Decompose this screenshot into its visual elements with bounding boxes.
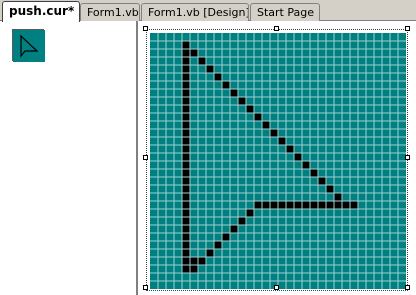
cursor-pixel[interactable]: [182, 249, 190, 257]
cursor-pixel[interactable]: [302, 201, 310, 209]
cursor-pixel[interactable]: [214, 73, 222, 81]
cursor-pixel[interactable]: [206, 65, 214, 73]
cursor-pixel[interactable]: [286, 201, 294, 209]
cursor-pixel[interactable]: [278, 201, 286, 209]
cursor-pixel[interactable]: [182, 241, 190, 249]
cursor-pixel[interactable]: [206, 249, 214, 257]
resize-handle-right[interactable]: [405, 155, 410, 160]
cursor-pixel[interactable]: [182, 57, 190, 65]
cursor-pixel[interactable]: [270, 201, 278, 209]
cursor-pixel[interactable]: [190, 49, 198, 57]
document-tab-strip: push.cur* Form1.vb Form1.vb [Design] Sta…: [0, 0, 416, 22]
cursor-pixel[interactable]: [350, 201, 358, 209]
cursor-pixel[interactable]: [230, 225, 238, 233]
cursor-pixel[interactable]: [334, 193, 342, 201]
cursor-pixel[interactable]: [190, 257, 198, 265]
cursor-pixel[interactable]: [182, 265, 190, 273]
cursor-arrow-icon: [13, 30, 45, 62]
cursor-pixel[interactable]: [302, 161, 310, 169]
cursor-pixel[interactable]: [182, 233, 190, 241]
cursor-pixel[interactable]: [182, 161, 190, 169]
cursor-pixel[interactable]: [182, 41, 190, 49]
resize-handle-left[interactable]: [143, 155, 148, 160]
tab-form1-vb[interactable]: Form1.vb: [80, 3, 140, 21]
cursor-pixel[interactable]: [278, 137, 286, 145]
cursor-pixel[interactable]: [182, 169, 190, 177]
cursor-pixel[interactable]: [182, 225, 190, 233]
cursor-pixel[interactable]: [214, 241, 222, 249]
cursor-pixel[interactable]: [182, 217, 190, 225]
tab-push-cur[interactable]: push.cur*: [2, 1, 80, 22]
cursor-pixel[interactable]: [294, 201, 302, 209]
cursor-pixel[interactable]: [182, 257, 190, 265]
cursor-pixel[interactable]: [182, 113, 190, 121]
cursor-pixel[interactable]: [310, 169, 318, 177]
cursor-pixel[interactable]: [182, 49, 190, 57]
cursor-pixel[interactable]: [246, 209, 254, 217]
cursor-pixel[interactable]: [198, 57, 206, 65]
cursor-pixel[interactable]: [270, 129, 278, 137]
resize-handle-top-left[interactable]: [143, 26, 148, 31]
cursor-pixel[interactable]: [222, 81, 230, 89]
cursor-pixel[interactable]: [262, 121, 270, 129]
cursor-pixel[interactable]: [310, 201, 318, 209]
cursor-pixel[interactable]: [262, 201, 270, 209]
cursor-pixel[interactable]: [182, 129, 190, 137]
image-editor-area: [138, 21, 416, 295]
cursor-pixel[interactable]: [318, 177, 326, 185]
cursor-pixel[interactable]: [182, 193, 190, 201]
cursor-pixel[interactable]: [182, 73, 190, 81]
cursor-pixel[interactable]: [326, 185, 334, 193]
cursor-pixel[interactable]: [342, 201, 350, 209]
cursor-pixel[interactable]: [294, 153, 302, 161]
cursor-pixel[interactable]: [182, 201, 190, 209]
cursor-pixel[interactable]: [182, 97, 190, 105]
pixel-editor[interactable]: [146, 29, 408, 291]
cursor-pixel[interactable]: [286, 145, 294, 153]
cursor-pixel[interactable]: [182, 65, 190, 73]
cursor-pixel[interactable]: [326, 201, 334, 209]
cursor-pixel[interactable]: [182, 105, 190, 113]
cursor-pixel[interactable]: [334, 201, 342, 209]
cursor-pixel[interactable]: [318, 201, 326, 209]
tab-form1-vb-design[interactable]: Form1.vb [Design]: [141, 3, 249, 21]
resize-handle-bottom[interactable]: [274, 285, 279, 290]
cursor-pixel[interactable]: [238, 97, 246, 105]
resize-handle-bottom-right[interactable]: [405, 285, 410, 290]
cursor-pixel[interactable]: [182, 121, 190, 129]
resize-handle-top[interactable]: [274, 26, 279, 31]
cursor-pixel[interactable]: [238, 217, 246, 225]
cursor-pixel[interactable]: [182, 209, 190, 217]
resize-handle-bottom-left[interactable]: [143, 285, 148, 290]
cursor-arrow-icon[interactable]: [150, 33, 406, 289]
cursor-pixel[interactable]: [230, 89, 238, 97]
cursor-pixel[interactable]: [182, 153, 190, 161]
cursor-pixel[interactable]: [254, 201, 262, 209]
resize-handle-top-right[interactable]: [405, 26, 410, 31]
cursor-pixel[interactable]: [182, 89, 190, 97]
cursor-pixel[interactable]: [182, 177, 190, 185]
cursor-pixel[interactable]: [246, 105, 254, 113]
cursor-pixel[interactable]: [182, 137, 190, 145]
cursor-pixel[interactable]: [190, 265, 198, 273]
image-types-panel: [0, 21, 137, 295]
cursor-pixel[interactable]: [254, 113, 262, 121]
cursor-pixel[interactable]: [182, 145, 190, 153]
cursor-pixel[interactable]: [198, 257, 206, 265]
cursor-thumbnail[interactable]: [12, 29, 45, 62]
cursor-pixel[interactable]: [222, 233, 230, 241]
cursor-pixel[interactable]: [182, 81, 190, 89]
cursor-pixel[interactable]: [182, 185, 190, 193]
tab-start-page[interactable]: Start Page: [250, 3, 320, 21]
